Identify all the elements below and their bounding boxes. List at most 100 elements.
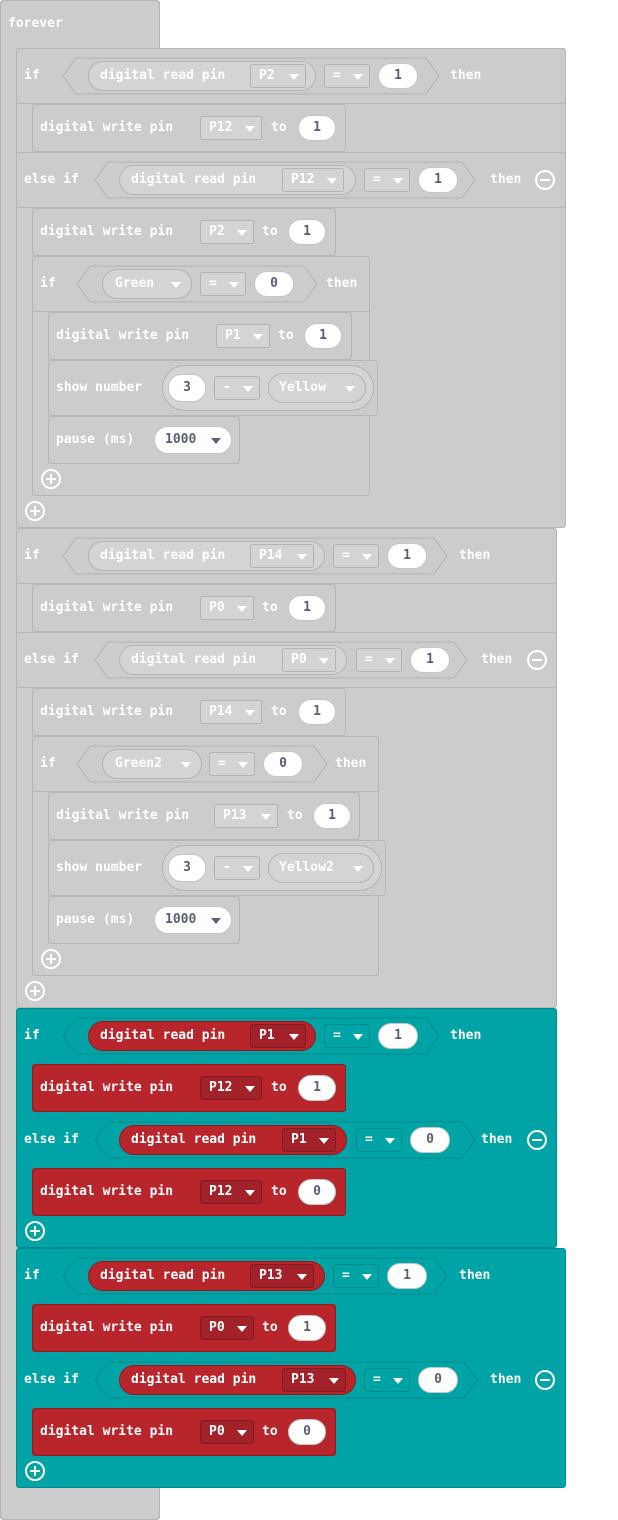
operator-dropdown[interactable]: = [324,64,370,88]
operator-dropdown[interactable]: = [356,648,402,672]
then-keyword: then [481,652,513,667]
pin-dropdown[interactable]: P1 [216,324,270,348]
pin-dropdown[interactable]: P12 [200,1076,262,1100]
operator-dropdown[interactable]: - [214,856,260,880]
then-keyword: then [490,172,522,187]
value-field[interactable]: 1 [298,115,336,141]
variable-green2[interactable]: Green2 [102,749,202,779]
show-number-label: show number [56,380,143,395]
write-label: digital write pin [40,1080,174,1095]
operator-dropdown[interactable]: = [333,544,379,568]
pin-dropdown[interactable]: P0 [282,648,336,672]
add-else-icon[interactable] [25,981,45,1001]
value-field[interactable]: 1 [288,595,326,621]
digital-read-label: digital read pin [131,172,257,187]
remove-else-if-icon[interactable] [535,1370,555,1390]
pin-dropdown[interactable]: P2 [250,64,306,88]
to-keyword: to [271,1184,287,1199]
value-field[interactable]: 0 [263,751,303,777]
pin-dropdown[interactable]: P1 [250,1024,306,1048]
then-keyword: then [459,1268,491,1283]
then-keyword: then [490,1372,522,1387]
value-field[interactable]: 1 [418,167,458,193]
write-label: digital write pin [40,120,174,135]
to-keyword: to [262,600,278,615]
value-field[interactable]: 0 [418,1367,458,1393]
value-field[interactable]: 0 [254,271,294,297]
add-inner-else-icon[interactable] [41,469,61,489]
digital-read-label: digital read pin [100,1028,226,1043]
add-inner-else-icon[interactable] [41,949,61,969]
operator-dropdown[interactable]: = [356,1128,402,1152]
value-field[interactable]: 1 [378,63,418,89]
value-field[interactable]: 1 [298,1075,336,1101]
digital-read-label: digital read pin [131,1372,257,1387]
write-label: digital write pin [40,1320,174,1335]
value-field[interactable]: 0 [298,1179,336,1205]
remove-else-if-icon[interactable] [527,1130,547,1150]
operator-dropdown[interactable]: = [333,1264,379,1288]
value-field[interactable]: 1 [313,803,351,829]
else-if-keyword: else if [24,172,79,187]
add-else-icon[interactable] [25,1221,45,1241]
pin-dropdown[interactable]: P14 [200,700,262,724]
pin-dropdown[interactable]: P0 [200,1316,254,1340]
operator-dropdown[interactable]: = [364,1368,410,1392]
write-label: digital write pin [40,704,174,719]
remove-else-if-icon[interactable] [535,170,555,190]
show-number-label: show number [56,860,143,875]
pin-dropdown[interactable]: P13 [250,1264,314,1288]
write-label: digital write pin [40,224,174,239]
pin-dropdown[interactable]: P13 [282,1368,346,1392]
add-else-icon[interactable] [25,1461,45,1481]
variable-green[interactable]: Green [102,269,192,299]
value-field[interactable]: 1 [288,1315,326,1341]
pin-dropdown[interactable]: P0 [200,1420,254,1444]
pause-duration-dropdown[interactable]: 1000 [154,426,232,454]
remove-else-if-icon[interactable] [527,650,547,670]
to-keyword: to [262,1424,278,1439]
variable-yellow[interactable]: Yellow [268,373,366,403]
value-field[interactable]: 0 [410,1127,450,1153]
value-field[interactable]: 1 [288,219,326,245]
pin-dropdown[interactable]: P13 [214,804,278,828]
pin-dropdown[interactable]: P0 [200,596,254,620]
to-keyword: to [271,120,287,135]
operator-dropdown[interactable]: - [214,376,260,400]
operator-dropdown[interactable]: = [324,1024,370,1048]
else-if-keyword: else if [24,652,79,667]
write-label: digital write pin [56,808,190,823]
value-field[interactable]: 1 [298,699,336,725]
write-label: digital write pin [40,600,174,615]
pin-dropdown[interactable]: P12 [200,1180,262,1204]
variable-yellow2[interactable]: Yellow2 [268,853,374,883]
digital-read-label: digital read pin [100,1268,226,1283]
if-keyword: if [24,1028,40,1043]
value-field[interactable]: 1 [410,647,450,673]
pin-dropdown[interactable]: P12 [282,168,344,192]
value-field[interactable]: 3 [168,854,206,882]
then-keyword: then [450,1028,482,1043]
pin-dropdown[interactable]: P14 [250,544,314,568]
pause-duration-dropdown[interactable]: 1000 [154,906,232,934]
value-field[interactable]: 0 [288,1419,326,1445]
pause-label: pause (ms) [56,912,135,927]
value-field[interactable]: 1 [378,1023,418,1049]
value-field[interactable]: 1 [387,1263,427,1289]
to-keyword: to [262,1320,278,1335]
value-field[interactable]: 1 [387,543,427,569]
pin-dropdown[interactable]: P2 [200,220,254,244]
value-field[interactable]: 3 [168,374,206,402]
value-field[interactable]: 1 [304,323,342,349]
to-keyword: to [287,808,303,823]
pin-dropdown[interactable]: P1 [282,1128,336,1152]
write-label: digital write pin [40,1184,174,1199]
to-keyword: to [278,328,294,343]
if-keyword: if [40,276,56,291]
operator-dropdown[interactable]: = [200,272,246,296]
operator-dropdown[interactable]: = [364,168,410,192]
add-else-icon[interactable] [25,501,45,521]
pin-dropdown[interactable]: P12 [200,116,262,140]
then-keyword: then [326,276,358,291]
operator-dropdown[interactable]: = [209,752,255,776]
